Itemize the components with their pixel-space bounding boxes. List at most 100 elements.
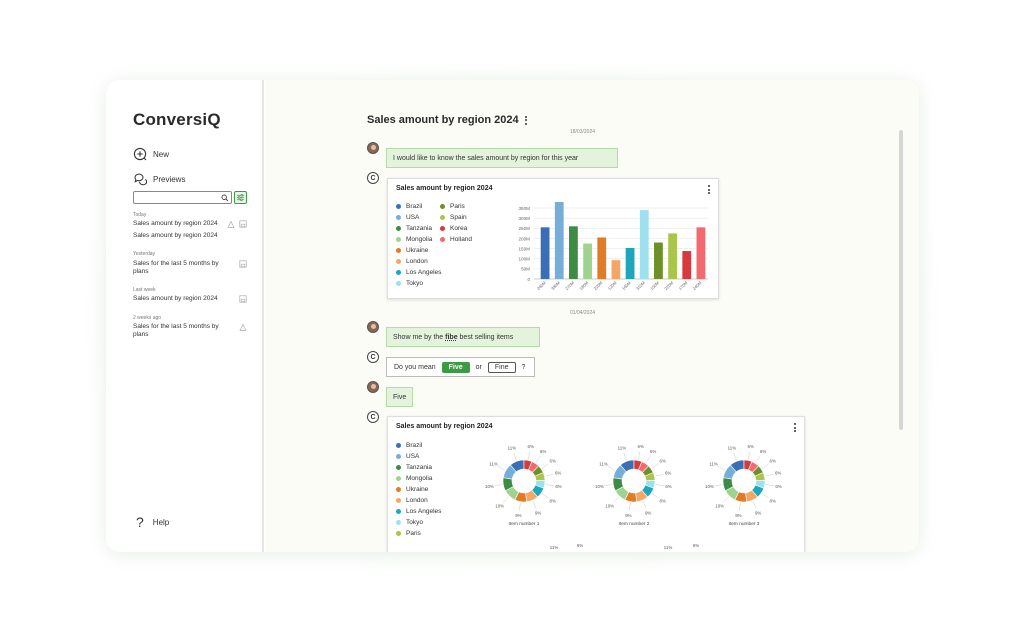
chart-menu-icon[interactable] bbox=[706, 185, 712, 194]
clarification-question: Do you mean Five or Fine ? bbox=[386, 357, 535, 377]
bar[interactable] bbox=[639, 210, 649, 279]
legend-label: Tokyo bbox=[406, 280, 423, 287]
app-logo: ConversiQ bbox=[133, 110, 221, 129]
slice-label: 11% bbox=[550, 545, 559, 550]
bar[interactable] bbox=[696, 227, 706, 279]
save-icon[interactable] bbox=[239, 295, 247, 303]
legend-swatch bbox=[440, 237, 445, 242]
legend-swatch bbox=[396, 487, 401, 492]
search-icon[interactable] bbox=[221, 194, 229, 202]
search-input[interactable] bbox=[137, 192, 221, 203]
legend-item: USA bbox=[396, 212, 441, 223]
label-leader bbox=[655, 474, 664, 477]
more-options-icon[interactable] bbox=[523, 115, 529, 125]
y-tick-label: 300M bbox=[519, 216, 531, 221]
or-text: or bbox=[475, 363, 482, 371]
help-button[interactable]: ? Help bbox=[136, 514, 169, 530]
legend-swatch bbox=[396, 226, 401, 231]
slice-label: 11% bbox=[489, 461, 498, 466]
label-leader bbox=[545, 484, 554, 486]
history-item[interactable]: Sales for the last 5 months by plans bbox=[133, 323, 223, 339]
legend-label: Brazil bbox=[406, 442, 423, 449]
slice-label: 11% bbox=[709, 461, 718, 466]
legend-label: Korea bbox=[450, 225, 468, 232]
slice-label: 11% bbox=[618, 446, 627, 451]
legend-label: Los Angeles bbox=[406, 508, 442, 515]
label-leader bbox=[761, 493, 769, 499]
label-leader bbox=[638, 451, 640, 460]
slice-label: 6% bbox=[665, 484, 671, 489]
label-leader bbox=[513, 452, 517, 461]
legend-label: Mongolia bbox=[406, 475, 433, 482]
history-item[interactable]: Sales amount by region 2024 bbox=[133, 232, 228, 240]
bar[interactable] bbox=[597, 237, 607, 279]
donut-chart-card: Sales amount by region 2024 Brazil USA Tan… bbox=[387, 416, 805, 552]
misspelled-word[interactable]: fibe bbox=[445, 334, 457, 341]
conversation-panel: Sales amount by region 2024 18/03/2024 I… bbox=[266, 80, 919, 552]
slice-label: 10% bbox=[605, 504, 614, 509]
save-icon[interactable] bbox=[239, 220, 247, 228]
legend-item: Brazil bbox=[396, 201, 441, 212]
legend-label: Tanzania bbox=[406, 464, 433, 471]
share-icon[interactable] bbox=[239, 323, 247, 331]
label-leader bbox=[761, 463, 769, 469]
history-item[interactable]: Sales amount by region 2024 bbox=[133, 220, 228, 228]
label-leader bbox=[604, 484, 613, 486]
legend-label: London bbox=[406, 497, 428, 504]
y-tick-label: 0 bbox=[527, 277, 530, 282]
history-item[interactable]: Sales for the last 5 months by plans bbox=[133, 260, 223, 276]
label-leader bbox=[642, 501, 647, 509]
bar[interactable] bbox=[583, 243, 592, 279]
slice-label: 9% bbox=[625, 513, 631, 518]
slice-label: 6% bbox=[770, 458, 776, 463]
chart-menu-icon[interactable] bbox=[792, 423, 798, 432]
sliders-icon bbox=[236, 193, 245, 202]
bot-avatar: C bbox=[367, 411, 379, 423]
legend-swatch bbox=[396, 237, 401, 242]
new-label: New bbox=[153, 149, 170, 159]
bar[interactable] bbox=[682, 251, 692, 279]
option-five-button[interactable]: Five bbox=[441, 361, 470, 373]
label-leader bbox=[612, 496, 619, 503]
label-leader bbox=[545, 474, 554, 477]
slice-label: 6% bbox=[660, 458, 666, 463]
bar[interactable] bbox=[625, 247, 635, 279]
bar[interactable] bbox=[611, 260, 621, 279]
bar[interactable] bbox=[668, 233, 677, 279]
share-icon[interactable] bbox=[227, 220, 235, 228]
new-button[interactable]: New bbox=[133, 147, 169, 161]
previews-button[interactable]: Previews bbox=[133, 172, 185, 186]
option-fine-button[interactable]: Fine bbox=[487, 361, 516, 373]
slice-label: 8% bbox=[550, 499, 556, 504]
bar[interactable] bbox=[569, 226, 578, 279]
y-tick-label: 350M bbox=[519, 206, 531, 211]
save-icon[interactable] bbox=[239, 260, 247, 268]
legend-label: Mongolia bbox=[406, 236, 433, 243]
legend-item: Los Angeles bbox=[396, 506, 441, 517]
slice-label: 9% bbox=[735, 513, 741, 518]
label-leader bbox=[748, 451, 750, 460]
slice-label: 9% bbox=[755, 511, 761, 516]
previews-label: Previews bbox=[153, 174, 186, 184]
user-avatar bbox=[367, 321, 379, 333]
bar[interactable] bbox=[540, 227, 550, 279]
user-avatar bbox=[367, 381, 379, 393]
scrollbar[interactable] bbox=[899, 130, 903, 430]
conversation-title-text: Sales amount by region 2024 bbox=[367, 114, 519, 126]
legend-swatch bbox=[396, 520, 401, 525]
label-leader bbox=[502, 496, 509, 503]
slice-label: 6% bbox=[760, 449, 766, 454]
bar[interactable] bbox=[554, 202, 564, 279]
slice-label: 9% bbox=[515, 513, 521, 518]
slice-label: 10% bbox=[715, 504, 724, 509]
legend-item: Tokyo bbox=[396, 278, 441, 289]
y-tick-label: 50M bbox=[521, 267, 530, 272]
label-leader bbox=[623, 452, 627, 461]
legend-swatch bbox=[396, 204, 401, 209]
donut-charts: 11% 6% 6% 6% 6% 6% 8% 9% 9% 10% 10% 11% Item number … bbox=[485, 444, 782, 550]
chart-legend: Brazil USA Tanzania Mongolia Ukraine London Lo… bbox=[396, 201, 441, 289]
group-label-last-week: Last week bbox=[133, 287, 156, 293]
bar[interactable] bbox=[654, 242, 663, 279]
history-item[interactable]: Sales amount by region 2024 bbox=[133, 295, 228, 303]
filter-button[interactable] bbox=[234, 191, 247, 204]
